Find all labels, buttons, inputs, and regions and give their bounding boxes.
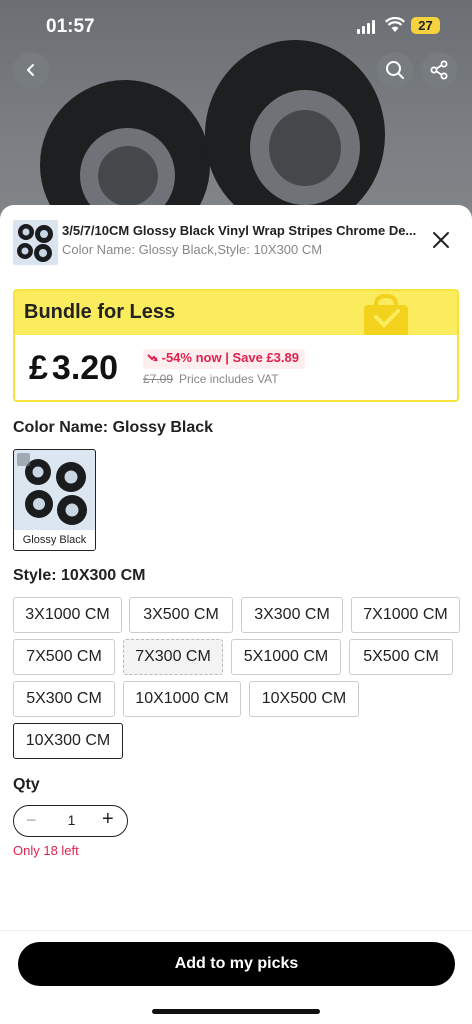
discount-arrow-icon [147,354,158,362]
swatch-caption: Glossy Black [14,530,95,550]
style-option[interactable]: 10X500 CM [249,681,359,717]
share-icon [430,60,448,80]
home-indicator [152,1009,320,1014]
qty-increment-button[interactable]: + [102,808,114,831]
style-option[interactable]: 5X300 CM [13,681,115,717]
currency-symbol: £ [29,349,48,387]
battery-indicator: 27 [411,17,440,34]
style-option[interactable]: 7X1000 CM [351,597,460,633]
style-option[interactable]: 3X1000 CM [13,597,122,633]
shopping-bag-icon [364,293,408,335]
footer-divider [0,930,472,931]
discount-badge: -54% now | Save £3.89 [143,349,305,369]
zoom-icon[interactable] [17,453,30,466]
status-time: 01:57 [46,16,95,37]
price-value: 3.20 [51,349,119,387]
tape-roll-image [205,40,385,215]
back-arrow-icon [27,64,34,76]
qty-label: Qty [13,776,40,793]
style-option[interactable]: 5X1000 CM [231,639,341,675]
style-option[interactable]: 3X500 CM [129,597,233,633]
color-swatch-glossy-black[interactable]: Glossy Black [13,449,96,551]
stock-warning: Only 18 left [13,843,79,858]
bundle-header: Bundle for Less [15,291,457,335]
style-option[interactable]: 10X1000 CM [123,681,241,717]
style-option[interactable]: 7X500 CM [13,639,115,675]
bundle-title: Bundle for Less [24,301,176,323]
qty-decrement-button[interactable]: − [26,810,37,831]
product-title: 3/5/7/10CM Glossy Black Vinyl Wrap Strip… [62,223,417,238]
style-option[interactable]: 3X300 CM [241,597,343,633]
bundle-price: £3.20 [29,349,118,388]
original-price-line: £7.09 Price includes VAT [143,372,279,386]
style-option-unavailable[interactable]: 7X300 CM [123,639,223,675]
status-bar: 01:57 27 [0,0,472,52]
add-to-picks-button[interactable]: Add to my picks [18,942,455,986]
back-button[interactable] [13,52,49,88]
wifi-icon [385,17,405,32]
product-thumbnail [13,220,58,265]
signal-icon [357,20,375,34]
bundle-offer-card: Bundle for Less £3.20 -54% now | Save £3… [13,289,459,402]
qty-value[interactable]: 1 [64,812,79,828]
product-variant-summary: Color Name: Glossy Black,Style: 10X300 C… [62,242,323,257]
search-icon [386,61,404,79]
style-option[interactable]: 5X500 CM [349,639,453,675]
vat-note: Price includes VAT [179,372,279,386]
close-icon[interactable] [429,228,453,252]
search-button[interactable] [377,52,413,88]
share-button[interactable] [421,52,457,88]
product-header: 3/5/7/10CM Glossy Black Vinyl Wrap Strip… [13,220,463,266]
color-name-label: Color Name: Glossy Black [13,419,214,436]
discount-text: -54% now | Save £3.89 [161,350,299,365]
style-option-selected[interactable]: 10X300 CM [13,723,123,759]
quantity-stepper: − 1 + [13,805,128,837]
style-label: Style: 10X300 CM [13,567,146,584]
sku-selection-sheet: 3/5/7/10CM Glossy Black Vinyl Wrap Strip… [0,205,472,1024]
tape-roll-image [40,80,210,215]
original-price: £7.09 [143,372,174,386]
